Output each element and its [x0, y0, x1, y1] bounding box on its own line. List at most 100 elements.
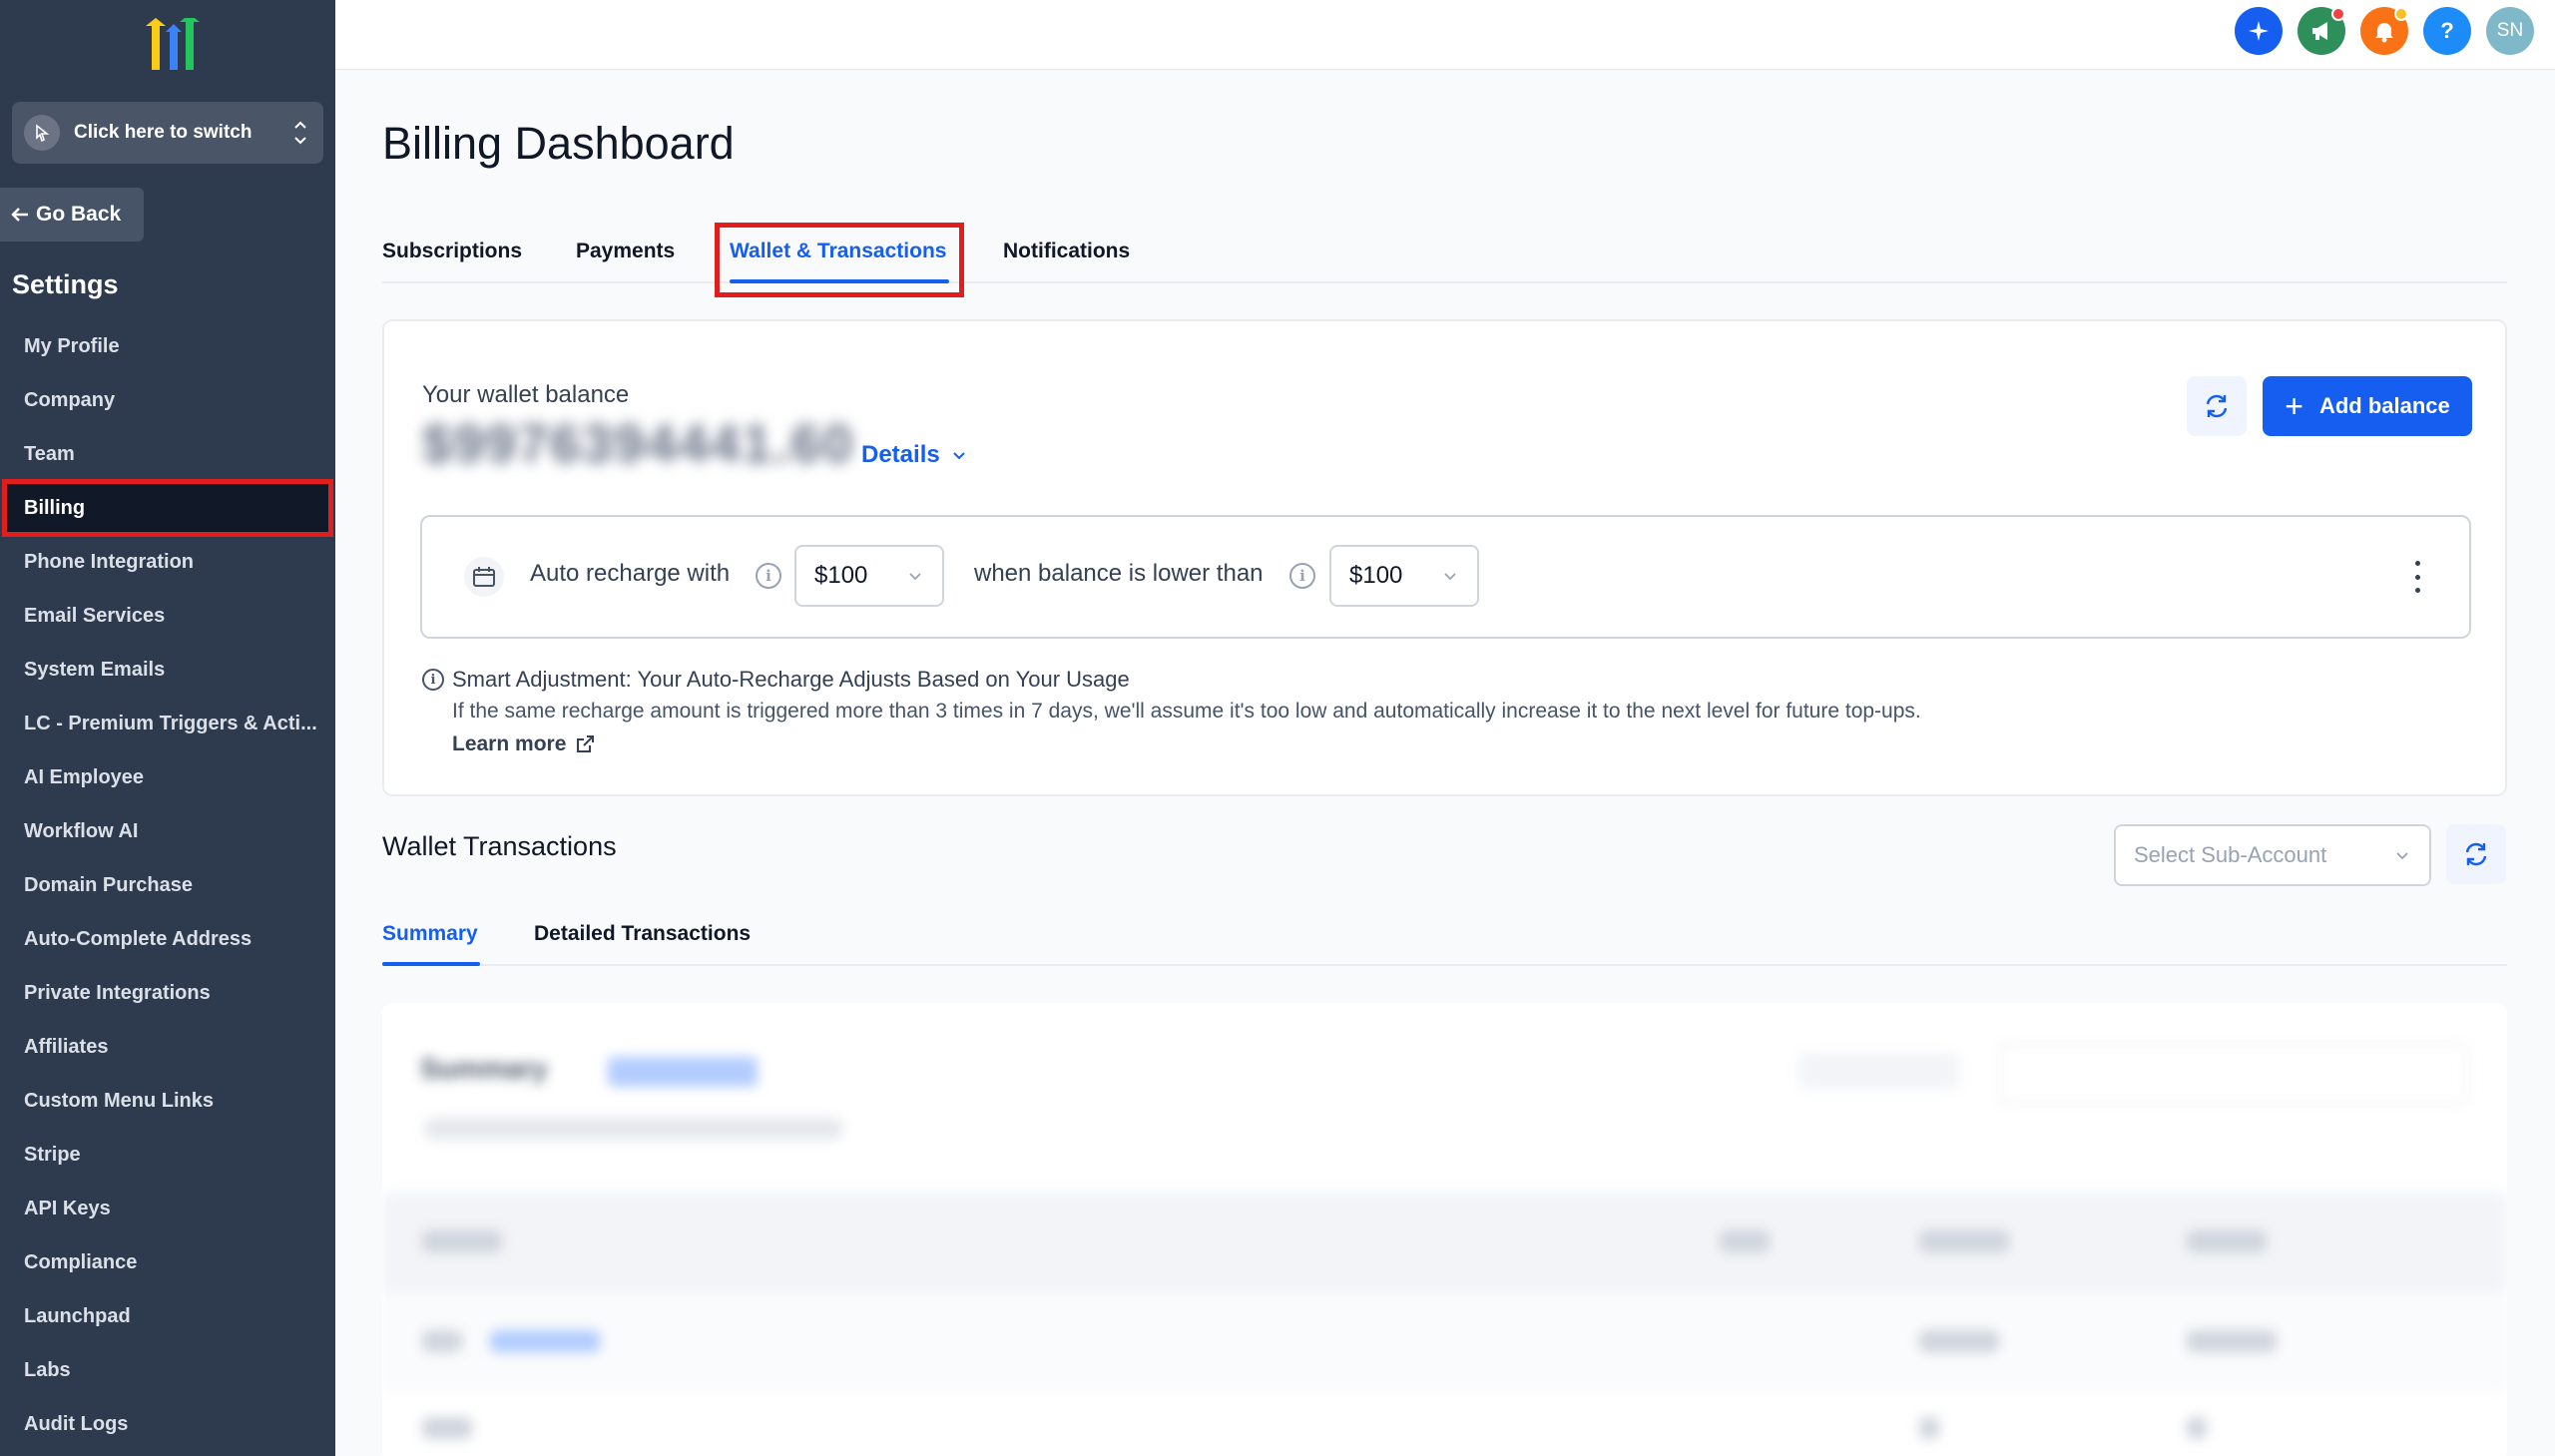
- table-cell: [2187, 1417, 2207, 1439]
- topbar: ? SN: [335, 0, 2555, 70]
- tab-highlight-box: [715, 223, 964, 297]
- recharge-prefix: Auto recharge with: [530, 560, 731, 587]
- sidebar-item-audit-logs[interactable]: Audit Logs: [0, 1397, 335, 1451]
- sidebar-item-system-emails[interactable]: System Emails: [0, 643, 335, 697]
- auto-recharge-panel: Auto recharge with i $100 when balance i…: [420, 515, 2471, 639]
- smart-adjustment-desc: If the same recharge amount is triggered…: [452, 700, 1921, 723]
- wallet-card: Your wallet balance $9976394441.60 Detai…: [382, 319, 2507, 796]
- learn-more-link[interactable]: Learn more: [452, 732, 596, 756]
- details-toggle[interactable]: Details: [861, 441, 970, 469]
- sidebar: Click here to switch Go Back Settings My…: [0, 0, 335, 1456]
- sidebar-item-workflow-ai[interactable]: Workflow AI: [0, 804, 335, 858]
- tab-notifications[interactable]: Notifications: [1003, 240, 1130, 263]
- sidebar-item-billing[interactable]: Billing: [2, 479, 333, 537]
- ai-sparkle-icon[interactable]: [2235, 7, 2283, 55]
- sidebar-item-stripe[interactable]: Stripe: [0, 1128, 335, 1182]
- sidebar-item-premium-triggers[interactable]: LC - Premium Triggers & Acti...: [0, 697, 335, 750]
- account-switcher[interactable]: Click here to switch: [12, 102, 323, 164]
- summary-title: Summary: [420, 1053, 548, 1084]
- recharge-amount-value: $100: [814, 562, 868, 589]
- tab-payments[interactable]: Payments: [576, 240, 675, 263]
- table-header-cell: [422, 1230, 502, 1252]
- recharge-amount-select[interactable]: $100: [794, 545, 944, 607]
- help-glyph: ?: [2440, 18, 2454, 43]
- sidebar-item-auto-complete-address[interactable]: Auto-Complete Address: [0, 912, 335, 966]
- wallet-transactions-title: Wallet Transactions: [382, 831, 617, 861]
- settings-title: Settings: [12, 269, 119, 299]
- avatar-initials: SN: [2496, 20, 2524, 41]
- sidebar-item-domain-purchase[interactable]: Domain Purchase: [0, 858, 335, 912]
- tab-subscriptions[interactable]: Subscriptions: [382, 240, 522, 263]
- info-icon[interactable]: i: [756, 563, 781, 589]
- transactions-tabs: Summary Detailed Transactions: [382, 904, 2507, 966]
- pointer-icon: [24, 115, 60, 151]
- summary-subtitle: [424, 1118, 843, 1140]
- chevron-down-icon: [952, 452, 965, 460]
- recharge-threshold-value: $100: [1349, 562, 1403, 589]
- download-button[interactable]: [1799, 1053, 1959, 1089]
- external-link-icon: [577, 735, 595, 752]
- summary-chip: [608, 1057, 758, 1087]
- add-balance-button[interactable]: + Add balance: [2263, 376, 2472, 436]
- chevron-down-icon: [2396, 852, 2408, 860]
- table-cell: [422, 1330, 462, 1352]
- table-cell: [2187, 1330, 2277, 1352]
- recharge-threshold-select[interactable]: $100: [1329, 545, 1479, 607]
- sidebar-item-compliance[interactable]: Compliance: [0, 1235, 335, 1289]
- date-select[interactable]: [1999, 1043, 2468, 1105]
- table-header-cell: [1919, 1230, 2009, 1252]
- chevron-up-down-icon: [289, 115, 311, 151]
- sidebar-item-company[interactable]: Company: [0, 373, 335, 427]
- sidebar-item-phone-integration[interactable]: Phone Integration: [0, 535, 335, 589]
- help-icon[interactable]: ?: [2423, 7, 2471, 55]
- go-back-label: Go Back: [36, 203, 122, 226]
- sidebar-item-affiliates[interactable]: Affiliates: [0, 1020, 335, 1074]
- table-cell: [1919, 1330, 1999, 1352]
- sidebar-item-my-profile[interactable]: My Profile: [0, 319, 335, 373]
- sidebar-item-private-integrations[interactable]: Private Integrations: [0, 966, 335, 1020]
- details-label: Details: [861, 441, 940, 468]
- avatar[interactable]: SN: [2486, 7, 2534, 55]
- sub-account-placeholder: Select Sub-Account: [2134, 842, 2327, 867]
- arrow-left-icon: [11, 208, 28, 222]
- page-title: Billing Dashboard: [382, 118, 735, 169]
- sidebar-item-custom-menu-links[interactable]: Custom Menu Links: [0, 1074, 335, 1128]
- tab-detailed-transactions[interactable]: Detailed Transactions: [534, 922, 751, 946]
- table-header-cell: [1720, 1230, 1770, 1252]
- sidebar-item-ai-employee[interactable]: AI Employee: [0, 750, 335, 804]
- notification-dot: [2331, 7, 2345, 21]
- bell-icon[interactable]: [2360, 7, 2408, 55]
- billing-tabs: Subscriptions Payments Wallet & Transact…: [382, 222, 2507, 283]
- chevron-down-icon: [1444, 573, 1456, 581]
- more-options-icon[interactable]: [2413, 561, 2421, 593]
- switcher-label: Click here to switch: [74, 122, 253, 143]
- megaphone-icon[interactable]: [2298, 7, 2345, 55]
- info-icon[interactable]: i: [1289, 563, 1315, 589]
- table-cell: [422, 1417, 472, 1439]
- sidebar-item-team[interactable]: Team: [0, 427, 335, 481]
- smart-adjustment-title: i Smart Adjustment: Your Auto-Recharge A…: [422, 667, 1130, 693]
- sidebar-item-labs[interactable]: Labs: [0, 1343, 335, 1397]
- refresh-balance-button[interactable]: [2187, 376, 2247, 436]
- refresh-icon: [2206, 394, 2228, 418]
- refresh-transactions-button[interactable]: [2446, 824, 2506, 884]
- sidebar-item-launchpad[interactable]: Launchpad: [0, 1289, 335, 1343]
- add-balance-label: Add balance: [2318, 393, 2450, 418]
- calendar-icon: [464, 557, 504, 597]
- wallet-balance-value: $9976394441.60: [422, 414, 855, 474]
- summary-card: Summary: [382, 1003, 2507, 1456]
- tab-summary[interactable]: Summary: [382, 922, 478, 946]
- notification-dot: [2394, 7, 2408, 21]
- sidebar-item-email-services[interactable]: Email Services: [0, 589, 335, 643]
- sub-account-select[interactable]: Select Sub-Account: [2114, 824, 2431, 886]
- go-back-button[interactable]: Go Back: [0, 188, 144, 242]
- plus-icon: +: [2285, 388, 2303, 424]
- sidebar-item-api-keys[interactable]: API Keys: [0, 1182, 335, 1235]
- recharge-middle: when balance is lower than: [974, 560, 1264, 587]
- active-tab-indicator: [382, 962, 480, 966]
- learn-more-label: Learn more: [452, 732, 567, 755]
- table-cell: [1919, 1417, 1939, 1439]
- app-logo[interactable]: [136, 18, 200, 78]
- info-icon: i: [422, 669, 444, 691]
- settings-nav: My Profile Company Team Billing Phone In…: [0, 319, 335, 1451]
